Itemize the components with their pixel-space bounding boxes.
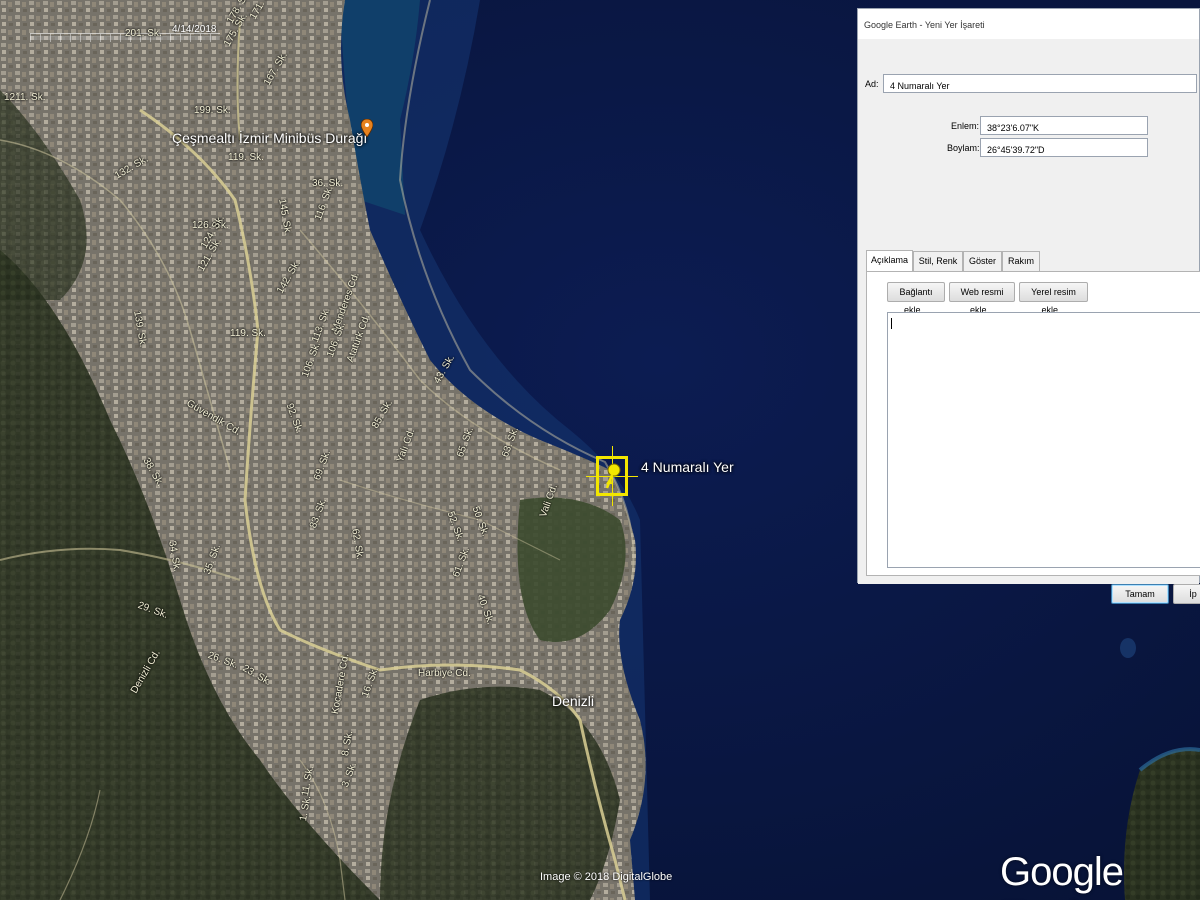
- tab-style-color[interactable]: Stil, Renk: [913, 251, 963, 271]
- add-link-button[interactable]: Bağlantı ekle...: [887, 282, 945, 315]
- latitude-label: Enlem:: [951, 121, 980, 131]
- google-earth-logo: Google Earth: [1000, 850, 1124, 900]
- text-caret: [891, 318, 892, 329]
- image-credit: Image © 2018 DigitalGlobe: [540, 871, 673, 883]
- placemark-label[interactable]: 4 Numaralı Yer: [641, 459, 734, 475]
- dialog-title: Google Earth - Yeni Yer İşareti: [864, 20, 985, 30]
- longitude-input[interactable]: [980, 138, 1148, 157]
- place-label-bus-stop: Çeşmealtı İzmir Minibüs Durağı: [172, 130, 368, 146]
- name-input[interactable]: [883, 74, 1197, 93]
- longitude-label: Boylam:: [947, 143, 980, 153]
- bus-stop-marker-icon[interactable]: [361, 119, 373, 137]
- road-label: Harbiye Cd.: [418, 668, 471, 679]
- timeline-date: 4/14/2018: [172, 24, 217, 35]
- cancel-button[interactable]: İp: [1173, 584, 1200, 604]
- ok-button[interactable]: Tamam: [1111, 584, 1169, 604]
- add-web-image-button[interactable]: Web resmi ekle...: [949, 282, 1015, 315]
- road-label: 201. Sk.: [125, 28, 162, 39]
- road-label: 199. Sk.: [194, 105, 231, 116]
- description-textarea[interactable]: [887, 312, 1200, 568]
- road-label: 1211. Sk.: [4, 92, 46, 103]
- tab-description[interactable]: Açıklama: [866, 250, 913, 272]
- name-label: Ad:: [865, 79, 879, 89]
- new-placemark-dialog: Google Earth - Yeni Yer İşareti Ad: Enle…: [857, 8, 1200, 604]
- latitude-input[interactable]: [980, 116, 1148, 135]
- dialog-titlebar[interactable]: Google Earth - Yeni Yer İşareti: [858, 9, 1199, 39]
- road-label: 119. Sk.: [230, 328, 266, 339]
- road-label: 119. Sk.: [228, 152, 264, 163]
- place-label-denizli: Denizli: [552, 693, 595, 709]
- tab-altitude[interactable]: Rakım: [1002, 251, 1040, 271]
- description-panel: Bağlantı ekle... Web resmi ekle... Yerel…: [866, 271, 1200, 576]
- pushpin-icon[interactable]: [600, 460, 624, 490]
- add-local-image-button[interactable]: Yerel resim ekle...: [1019, 282, 1088, 315]
- tab-view[interactable]: Göster: [963, 251, 1002, 271]
- dialog-body: Ad: Enlem: Boylam: Açıklama Stil, Renk G…: [858, 39, 1200, 604]
